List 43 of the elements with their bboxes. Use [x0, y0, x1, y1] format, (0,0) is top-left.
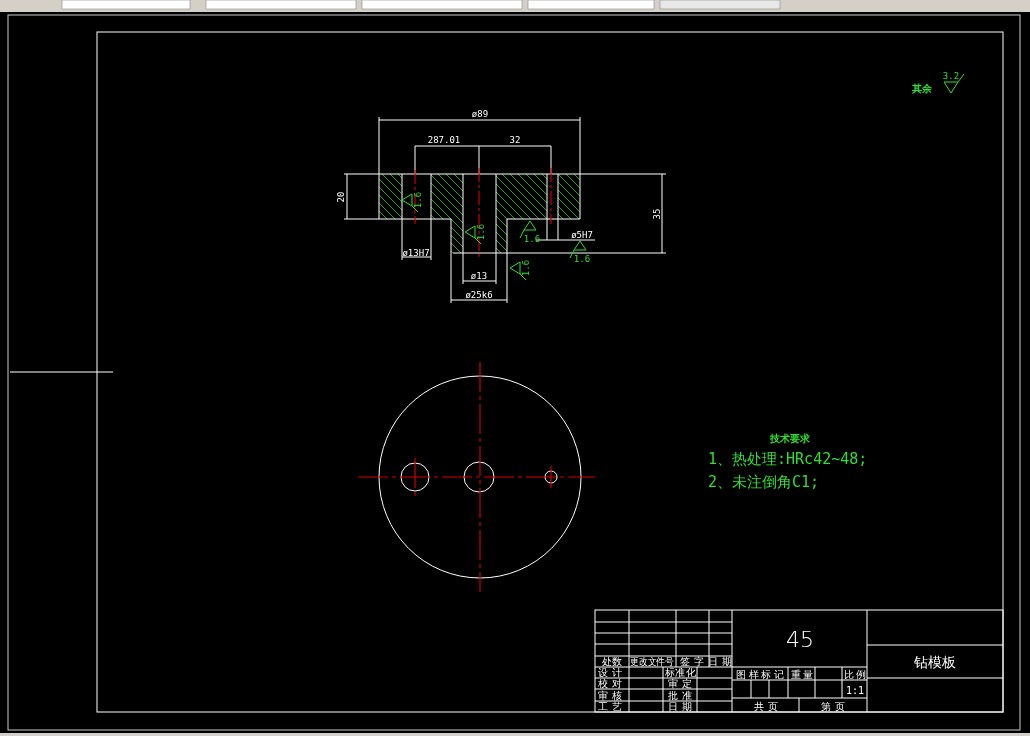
- requirement-text: 2、未注倒角C1;: [708, 473, 820, 491]
- table-label: 工艺: [598, 701, 626, 712]
- requirements-title: 技术要求: [770, 433, 810, 444]
- roughness-symbol-icon: [401, 193, 419, 213]
- dimension-text: ø25k6: [465, 290, 493, 300]
- table-label: 批准: [668, 690, 692, 701]
- table-label: 比例: [844, 669, 866, 680]
- dimension-text: ø89: [471, 109, 489, 119]
- table-label: 重量: [791, 669, 813, 680]
- material-text: 45: [786, 627, 814, 652]
- roughness-value: 1.6: [520, 259, 531, 277]
- dimension-text: 32: [509, 135, 521, 145]
- table-label: 日期: [668, 701, 692, 712]
- roughness-value: 1.6: [412, 191, 423, 209]
- dimension-text: ø13: [470, 271, 488, 281]
- roughness-value: 3.2: [942, 71, 960, 81]
- table-label: 图样标记: [736, 669, 784, 680]
- roughness-symbol-icon: [464, 225, 482, 245]
- table-header: 签 字: [680, 656, 704, 667]
- scale-value: 1:1: [845, 685, 865, 696]
- table-label: 第 页: [821, 701, 845, 712]
- surface-note-label: 其余: [912, 83, 932, 94]
- dimension-text: 287.01: [427, 135, 461, 145]
- dimension-text: 20: [336, 191, 346, 203]
- roughness-symbol-icon: [509, 261, 527, 281]
- dimension-text: ø13H7: [402, 248, 430, 258]
- table-label: 设计: [598, 667, 626, 678]
- roughness-value: 1.6: [573, 253, 591, 264]
- requirement-text: 1、热处理:HRc42~48;: [708, 450, 868, 468]
- table-header: 更改文件号: [630, 656, 680, 667]
- roughness-value: 1.6: [523, 233, 541, 244]
- dimension-text: 35: [652, 208, 662, 220]
- table-header: 处数: [602, 656, 622, 667]
- table-label: 校对: [598, 678, 626, 689]
- table-label: 审定: [668, 678, 692, 689]
- table-label: 标准化: [664, 667, 696, 678]
- roughness-value: 1.6: [475, 223, 486, 241]
- roughness-symbol-icon: [943, 73, 965, 94]
- part-name: 钻模板: [914, 654, 956, 670]
- table-label: 共 页: [754, 701, 778, 712]
- dimension-text: ø5H7: [571, 230, 593, 240]
- table-label: 审核: [598, 690, 626, 701]
- table-header: 日 期: [708, 656, 732, 667]
